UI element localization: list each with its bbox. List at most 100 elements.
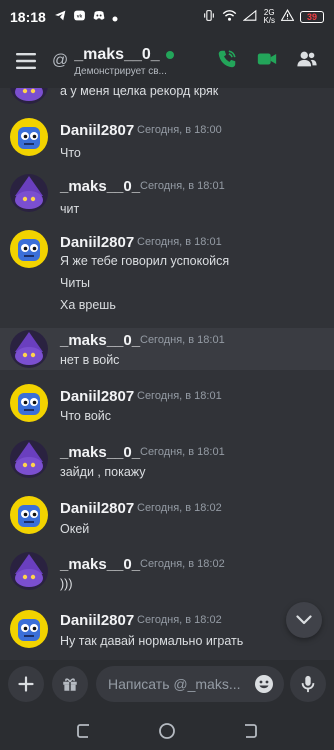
- at-icon: @: [52, 52, 69, 69]
- message-text: Я же тебе говорил успокойся: [60, 254, 230, 268]
- gift-icon: [63, 678, 77, 691]
- back-button[interactable]: [240, 721, 260, 741]
- blue-creature-avatar-icon: [10, 230, 48, 268]
- message-timestamp: Сегодня, в 18:00: [137, 124, 222, 136]
- message-author[interactable]: Daniil2807: [60, 388, 134, 405]
- blue-creature-avatar-icon: [10, 496, 48, 534]
- message-input-wrapper[interactable]: [96, 666, 284, 702]
- message-author[interactable]: _maks__0_: [60, 444, 140, 461]
- voice-call-icon: [218, 49, 236, 67]
- avatar[interactable]: [10, 118, 48, 156]
- message-author[interactable]: Daniil2807: [60, 234, 134, 251]
- message-author[interactable]: _maks__0_: [60, 178, 140, 195]
- message-text: Что войс: [60, 409, 112, 423]
- wifi-icon: [222, 9, 237, 25]
- notification-dot-icon: [112, 10, 118, 25]
- discord-icon: [92, 9, 106, 25]
- message-text: зайди , покажу: [60, 465, 146, 479]
- wizard-avatar-icon: [10, 552, 48, 590]
- message-timestamp: Сегодня, в 18:02: [137, 502, 222, 514]
- members-button[interactable]: [296, 48, 318, 75]
- avatar[interactable]: [10, 330, 48, 368]
- message-item[interactable]: Daniil2807 Сегодня, в 18:00 Что: [0, 114, 334, 168]
- wizard-avatar-icon: [10, 174, 48, 212]
- message-item[interactable]: _maks__0_ Сегодня, в 18:01 чит: [0, 170, 334, 224]
- message-timestamp: Сегодня, в 18:01: [140, 446, 225, 458]
- recents-icon: [77, 724, 89, 738]
- avatar[interactable]: [10, 230, 48, 268]
- avatar[interactable]: [10, 384, 48, 422]
- message-text: Ха врешь: [60, 298, 116, 312]
- blue-creature-avatar-icon: [10, 384, 48, 422]
- message-item[interactable]: _maks__0_ Сегодня, в 18:01 нет в войс: [0, 328, 334, 370]
- message-composer: [0, 660, 334, 712]
- message-text: чит: [60, 202, 80, 216]
- gift-button[interactable]: [52, 666, 88, 702]
- avatar[interactable]: [10, 610, 48, 648]
- message-text: а у меня целка рекорд кряк: [60, 88, 219, 98]
- message-author[interactable]: _maks__0_: [60, 332, 140, 349]
- telegram-icon: [54, 9, 67, 25]
- message-list[interactable]: а у меня целка рекорд кряк Daniil2807 Се…: [0, 88, 334, 660]
- jump-to-present-button[interactable]: [286, 602, 322, 638]
- network-speed: 2G K/s: [263, 8, 275, 25]
- message-item[interactable]: _maks__0_ Сегодня, в 18:01 зайди , покаж…: [0, 436, 334, 490]
- alert-icon: [280, 9, 295, 25]
- members-icon: [297, 51, 317, 66]
- message-timestamp: Сегодня, в 18:02: [140, 558, 225, 570]
- message-item[interactable]: а у меня целка рекорд кряк: [0, 88, 334, 110]
- avatar[interactable]: [10, 496, 48, 534]
- message-item[interactable]: Daniil2807 Сегодня, в 18:02 Окей: [0, 492, 334, 546]
- dm-header: @ _maks__0_ Демонстрирует св...: [0, 34, 334, 88]
- message-text: нет в войс: [60, 353, 120, 367]
- dm-username: _maks__0_: [74, 45, 160, 63]
- svg-text:vk: vk: [77, 14, 83, 20]
- blue-creature-avatar-icon: [10, 118, 48, 156]
- avatar[interactable]: [10, 88, 48, 104]
- avatar[interactable]: [10, 552, 48, 590]
- home-icon: [159, 723, 175, 739]
- voice-call-button[interactable]: [216, 48, 238, 75]
- avatar[interactable]: [10, 174, 48, 212]
- battery-indicator: 39: [300, 11, 324, 23]
- message-item[interactable]: Daniil2807 Сегодня, в 18:02 Ну так давай…: [0, 604, 334, 660]
- online-status-dot: [165, 50, 174, 59]
- voice-message-button[interactable]: [290, 666, 326, 702]
- emoji-button[interactable]: [254, 674, 274, 694]
- message-text: Окей: [60, 522, 90, 536]
- emoji-icon: [255, 675, 273, 693]
- wizard-avatar-icon: [10, 88, 48, 104]
- wizard-avatar-icon: [10, 330, 48, 368]
- plus-icon: [18, 676, 34, 692]
- message-text: ))): [60, 577, 73, 591]
- home-button[interactable]: [157, 721, 177, 741]
- clock: 18:18: [10, 9, 46, 25]
- menu-button[interactable]: [0, 53, 52, 69]
- message-author[interactable]: Daniil2807: [60, 500, 134, 517]
- video-call-icon: [257, 53, 277, 64]
- chevron-down-icon: [296, 615, 312, 625]
- message-item[interactable]: Daniil2807 Сегодня, в 18:01 Что войс: [0, 380, 334, 434]
- message-author[interactable]: Daniil2807: [60, 612, 134, 629]
- vk-icon: vk: [73, 9, 86, 25]
- attach-button[interactable]: [8, 666, 44, 702]
- message-timestamp: Сегодня, в 18:01: [137, 236, 222, 248]
- message-item[interactable]: Daniil2807 Сегодня, в 18:01 Я же тебе го…: [0, 226, 334, 322]
- message-author[interactable]: Daniil2807: [60, 122, 134, 139]
- message-text: Ну так давай нормально играть: [60, 634, 244, 648]
- dm-title-block[interactable]: _maks__0_ Демонстрирует св...: [74, 46, 216, 77]
- message-author[interactable]: _maks__0_: [60, 556, 140, 573]
- signal-icon: [243, 9, 257, 25]
- recents-button[interactable]: [74, 721, 94, 741]
- wizard-avatar-icon: [10, 440, 48, 478]
- message-input[interactable]: [108, 676, 248, 692]
- message-item[interactable]: _maks__0_ Сегодня, в 18:02 ))): [0, 548, 334, 602]
- message-timestamp: Сегодня, в 18:02: [137, 614, 222, 626]
- message-timestamp: Сегодня, в 18:01: [140, 334, 225, 346]
- message-timestamp: Сегодня, в 18:01: [137, 390, 222, 402]
- avatar[interactable]: [10, 440, 48, 478]
- message-text: Читы: [60, 276, 91, 290]
- video-call-button[interactable]: [256, 48, 278, 75]
- dm-status-text: Демонстрирует св...: [74, 65, 167, 77]
- system-nav-bar: [0, 712, 334, 750]
